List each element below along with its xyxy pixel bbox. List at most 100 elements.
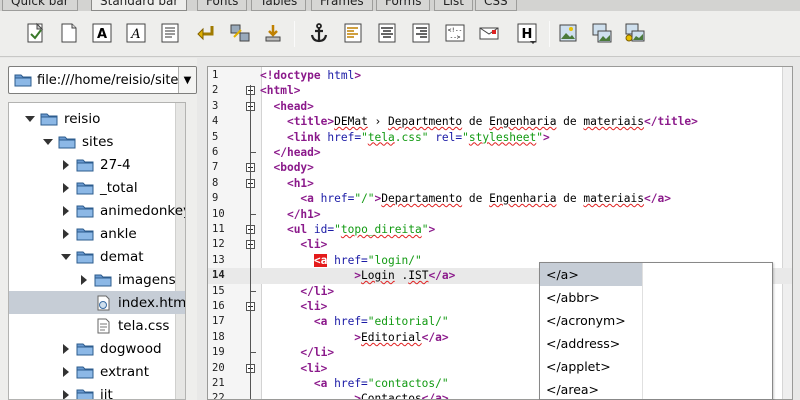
tree-item-label: dogwood xyxy=(100,340,162,357)
expander-closed-icon[interactable] xyxy=(61,159,71,170)
expander-open-icon[interactable] xyxy=(25,114,35,124)
code-line[interactable]: 2 <html> xyxy=(208,83,792,98)
expander-closed-icon[interactable] xyxy=(61,182,71,193)
bold-button[interactable]: A xyxy=(90,21,114,45)
tree-item[interactable]: imagens xyxy=(9,268,185,291)
tab-tables[interactable]: Tables xyxy=(251,0,307,11)
fold-guide xyxy=(250,116,251,141)
autocomplete-option[interactable]: </address> xyxy=(540,332,642,355)
tab-quick-bar[interactable]: Quick bar xyxy=(2,0,78,11)
code-text: <a href="/">Departamento de Engenharia d… xyxy=(300,192,671,206)
tab-forms[interactable]: Forms xyxy=(376,0,431,11)
image-button[interactable] xyxy=(556,21,580,45)
code-line[interactable]: 3 <head> xyxy=(208,99,792,114)
line-number: 4 xyxy=(212,115,219,128)
autocomplete-option[interactable]: </abbr> xyxy=(540,286,642,309)
code-text: <h1> xyxy=(286,176,314,190)
folder-icon xyxy=(58,136,76,148)
email-button[interactable] xyxy=(477,21,501,45)
code-line[interactable]: 7 <body> xyxy=(208,160,792,175)
tree-item[interactable]: 27-4 xyxy=(9,153,185,176)
expander-open-icon[interactable] xyxy=(43,137,53,147)
code-text: <head> xyxy=(273,99,314,113)
code-line[interactable]: 1 <!doctype html> xyxy=(208,68,792,83)
code-line[interactable]: 9 <a href="/">Departamento de Engenharia… xyxy=(208,191,792,206)
autocomplete-option[interactable]: </applet> xyxy=(540,355,642,378)
new-document-button[interactable] xyxy=(57,21,81,45)
tree-item[interactable]: ankle xyxy=(9,222,185,245)
code-line[interactable]: 6 </head> xyxy=(208,145,792,160)
tab-css[interactable]: CSS xyxy=(475,0,517,11)
tree-item[interactable]: index.html xyxy=(9,291,185,314)
line-number: 22 xyxy=(212,392,225,400)
thumbnail-button[interactable] xyxy=(590,21,614,45)
bluefish-window: Quick bar Standard bar Fonts Tables Fram… xyxy=(0,0,800,400)
expander-closed-icon[interactable] xyxy=(61,343,71,354)
autocomplete-option[interactable]: </area> xyxy=(540,378,642,399)
tree-item-label: extrant xyxy=(100,363,150,380)
thumbnail-icon xyxy=(592,23,612,43)
tab-frames[interactable]: Frames xyxy=(311,0,373,11)
expander-closed-icon[interactable] xyxy=(61,389,71,400)
break-button[interactable] xyxy=(194,21,218,45)
tree-item[interactable]: animedonkey xyxy=(9,199,185,222)
heading-button[interactable]: H xyxy=(515,21,539,45)
chevron-down-icon[interactable]: ▼ xyxy=(178,67,196,93)
tree-item[interactable]: extrant xyxy=(9,360,185,383)
align-left-button[interactable] xyxy=(341,21,365,45)
tree-item-label: sites xyxy=(82,133,114,150)
path-combobox[interactable]: file:///home/reisio/sites ▼ xyxy=(8,66,197,94)
fold-end-marker xyxy=(250,290,256,292)
quickstart-button[interactable] xyxy=(24,21,48,45)
expander-closed-icon[interactable] xyxy=(61,366,71,377)
standard-toolbar: A A <!-- --> H xyxy=(0,11,800,57)
paragraph-button[interactable] xyxy=(158,21,182,45)
comment-button[interactable]: <!-- --> xyxy=(443,21,467,45)
insert-icon xyxy=(265,25,281,42)
tree-item[interactable]: reisio xyxy=(9,107,185,130)
expander-closed-icon[interactable] xyxy=(61,205,71,216)
code-line[interactable]: 5 <link href="tela.css" rel="stylesheet"… xyxy=(208,130,792,145)
tree-item[interactable]: ijt xyxy=(9,383,185,400)
nbsp-button[interactable] xyxy=(228,21,252,45)
toolbar-tabs: Quick bar Standard bar Fonts Tables Fram… xyxy=(0,0,800,11)
toolbar-separator xyxy=(549,21,550,47)
comment-icon: <!----> xyxy=(445,24,465,42)
tab-list[interactable]: List xyxy=(434,0,473,11)
folder-icon xyxy=(76,159,94,171)
anchor-button[interactable] xyxy=(307,21,331,45)
popup-divider xyxy=(642,263,643,399)
line-number: 2 xyxy=(212,84,219,97)
tree-item[interactable]: _total xyxy=(9,176,185,199)
code-line[interactable]: 12 <li> xyxy=(208,237,792,252)
line-number: 10 xyxy=(212,207,225,220)
code-text: <ul id="topo_direita"> xyxy=(286,223,436,236)
insert-button[interactable] xyxy=(261,21,285,45)
folder-icon xyxy=(76,182,94,194)
tree-item[interactable]: tela.css xyxy=(9,314,185,337)
tab-fonts[interactable]: Fonts xyxy=(197,0,248,11)
tree-item[interactable]: demat xyxy=(9,245,185,268)
fold-end-marker xyxy=(250,213,256,215)
expander-open-icon[interactable] xyxy=(61,252,71,262)
toolbar-separator xyxy=(294,21,295,47)
tree-item[interactable]: dogwood xyxy=(9,337,185,360)
code-text: <body> xyxy=(273,161,314,175)
expander-closed-icon[interactable] xyxy=(61,228,71,239)
code-line[interactable]: 4 <title>DEMat › Departmento de Engenhar… xyxy=(208,114,792,129)
fold-guide xyxy=(250,378,251,399)
tab-standard-bar[interactable]: Standard bar xyxy=(91,0,188,11)
code-line[interactable]: 11 <ul id="topo_direita"> xyxy=(208,222,792,237)
line-number: 18 xyxy=(212,330,225,343)
tree-item[interactable]: sites xyxy=(9,130,185,153)
italic-button[interactable]: A xyxy=(124,21,148,45)
code-line[interactable]: 10 </h1> xyxy=(208,207,792,222)
align-center-button[interactable] xyxy=(375,21,399,45)
expander-closed-icon[interactable] xyxy=(79,274,89,285)
code-text: <link href="tela.css" rel="stylesheet"> xyxy=(286,130,550,144)
image-gallery-button[interactable] xyxy=(623,21,647,45)
align-right-button[interactable] xyxy=(409,21,433,45)
autocomplete-option[interactable]: </acronym> xyxy=(540,309,642,332)
code-line[interactable]: 8 <h1> xyxy=(208,176,792,191)
autocomplete-option[interactable]: </a> xyxy=(540,263,642,286)
